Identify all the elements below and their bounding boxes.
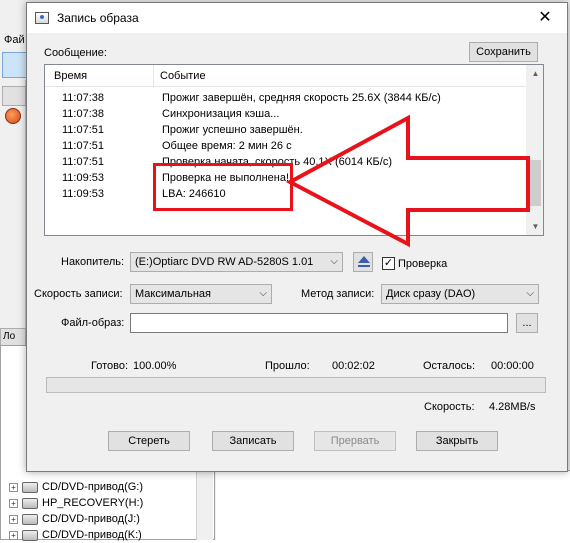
drive-icon [22,497,38,509]
expand-icon[interactable]: + [9,530,18,540]
log-row[interactable]: 11:07:51 Прожиг успешно завершён. [45,123,527,139]
left-strip-button[interactable] [2,86,26,106]
log-header: Время Событие [45,65,527,87]
titlebar: Запись образа ✕ [27,3,567,33]
column-separator[interactable] [153,65,154,87]
browse-button[interactable]: ... [516,313,538,333]
remaining-value: 00:00:00 [491,360,534,372]
burn-button[interactable]: Записать [212,431,294,451]
write-speed-select[interactable]: Максимальная ⌵ [130,284,272,304]
scroll-thumb[interactable] [529,160,541,206]
log-scrollbar[interactable]: ▲ ▼ [526,65,543,235]
log-event: Прожиг успешно завершён. [162,124,303,136]
column-event[interactable]: Событие [160,70,206,82]
chevron-down-icon: ⌵ [259,288,267,299]
elapsed-label: Прошло: [265,360,310,372]
scroll-down-icon[interactable]: ▼ [527,218,544,235]
log-row[interactable]: 11:07:38 Синхронизация кэша... [45,107,527,123]
expand-icon[interactable]: + [9,482,18,492]
column-time[interactable]: Время [54,70,87,82]
elapsed-value: 00:02:02 [332,360,375,372]
speed-value: 4.28MB/s [489,401,536,413]
chevron-down-icon: ⌵ [330,256,338,267]
scroll-up-icon[interactable]: ▲ [527,65,544,82]
tree-scrollbar[interactable] [196,470,213,540]
tree-item[interactable]: + CD/DVD-привод(J:) [9,511,140,527]
close-icon[interactable]: ✕ [523,3,567,33]
erase-button[interactable]: Стереть [108,431,190,451]
log-time: 11:07:38 [62,108,105,120]
log-event: Синхронизация кэша... [162,108,280,120]
log-row[interactable]: 11:07:38 Прожиг завершён, средняя скорос… [45,91,527,107]
close-button[interactable]: Закрыть [416,431,498,451]
tree-item-label: CD/DVD-привод(G:) [42,481,144,493]
chevron-down-icon: ⌵ [526,288,534,299]
dialog-title: Запись образа [57,11,139,25]
app-icon [35,12,49,24]
tree-tab-partial[interactable]: Ло [0,328,26,346]
write-method-label: Метод записи: [301,288,375,300]
expand-icon[interactable]: + [9,498,18,508]
drive-label: Накопитель: [61,256,125,268]
log-row[interactable]: 11:07:51 Общее время: 2 мин 26 с [45,139,527,155]
tree-item[interactable]: + CD/DVD-привод(G:) [9,479,143,495]
abort-button[interactable]: Прервать [314,431,396,451]
eject-icon[interactable] [353,252,373,272]
write-method-value: Диск сразу (DAO) [386,288,476,300]
tree-item[interactable]: + HP_RECOVERY(H:) [9,495,143,511]
log-time: 11:07:51 [62,140,105,152]
menu-file-partial[interactable]: Фай [4,34,25,46]
globe-icon [5,108,21,124]
log-time: 11:07:51 [62,156,105,168]
toolbar-new-button[interactable] [2,52,28,78]
drive-select-value: (E:)Optiarc DVD RW AD-5280S 1.01 [135,256,314,268]
write-speed-value: Максимальная [135,288,211,300]
image-file-label: Файл-образ: [61,317,125,329]
remaining-label: Осталось: [423,360,476,372]
speed-label: Скорость: [424,401,475,413]
verify-label[interactable]: Проверка [398,258,447,270]
log-time: 11:09:53 [62,172,105,184]
message-label: Сообщение: [44,47,107,59]
verify-checkbox[interactable]: ✓ [382,257,395,270]
done-label: Готово: [91,360,129,372]
image-file-input[interactable] [130,313,508,333]
log-time: 11:07:38 [62,92,105,104]
right-pane [216,470,570,540]
drive-select[interactable]: (E:)Optiarc DVD RW AD-5280S 1.01 ⌵ [130,252,343,272]
tree-item[interactable]: + CD/DVD-привод(K:) [9,527,142,543]
tree-item-label: HP_RECOVERY(H:) [42,497,144,509]
drive-icon [22,513,38,525]
done-value: 100.00% [133,360,177,372]
annotation-highlight-box [153,163,293,211]
expand-icon[interactable]: + [9,514,18,524]
log-time: 11:09:53 [62,188,105,200]
tree-item-label: CD/DVD-привод(K:) [42,529,142,541]
log-event: Общее время: 2 мин 26 с [162,140,292,152]
log-event: Прожиг завершён, средняя скорость 25.6X … [162,92,441,104]
write-method-select[interactable]: Диск сразу (DAO) ⌵ [381,284,539,304]
drive-icon [22,529,38,541]
save-button[interactable]: Сохранить [469,42,538,62]
drive-icon [22,481,38,493]
log-list[interactable]: Время Событие 11:07:38 Прожиг завершён, … [44,64,544,236]
log-time: 11:07:51 [62,124,105,136]
write-speed-label: Скорость записи: [34,288,123,300]
burn-image-dialog: Запись образа ✕ Сообщение: Сохранить Вре… [26,2,568,472]
tree-item-label: CD/DVD-привод(J:) [42,513,140,525]
progress-bar [46,377,546,393]
